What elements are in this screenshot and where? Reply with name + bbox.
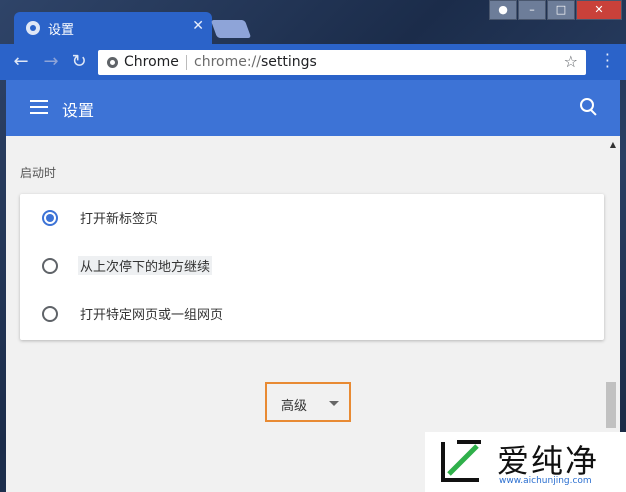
- url-scheme: chrome://: [194, 54, 261, 70]
- new-tab-button[interactable]: [210, 20, 252, 38]
- option-label: 打开特定网页或一组网页: [80, 308, 224, 323]
- browser-toolbar: ← → ↻ Chrome chrome://settings ☆ · · ·: [0, 44, 626, 80]
- address-bar[interactable]: Chrome chrome://settings ☆: [98, 50, 586, 75]
- startup-option-new-tab[interactable]: 打开新标签页: [20, 194, 604, 242]
- browser-tab[interactable]: 设置 ✕: [14, 12, 212, 44]
- radio-button[interactable]: [42, 306, 58, 322]
- close-tab-icon[interactable]: ✕: [192, 18, 204, 34]
- settings-header: 设置: [6, 80, 620, 136]
- hamburger-menu-icon[interactable]: [30, 100, 48, 114]
- bookmark-star-icon[interactable]: ☆: [564, 52, 578, 71]
- advanced-label: 高级: [281, 399, 308, 414]
- radio-button[interactable]: [42, 258, 58, 274]
- watermark: 爱纯净 www.aichunjing.com: [425, 432, 626, 492]
- more-menu-icon[interactable]: · · ·: [605, 47, 610, 75]
- window-controls: ● – □ ✕: [488, 0, 622, 20]
- maximize-button[interactable]: □: [547, 0, 575, 20]
- startup-option-specific-pages[interactable]: 打开特定网页或一组网页: [20, 290, 604, 338]
- back-icon[interactable]: ←: [10, 51, 32, 73]
- radio-button[interactable]: [42, 210, 58, 226]
- scrollbar-thumb[interactable]: [606, 382, 616, 428]
- chrome-icon: [107, 57, 118, 68]
- url-path: settings: [261, 54, 317, 70]
- caret-down-icon: [329, 401, 339, 406]
- startup-options-card: 打开新标签页 从上次停下的地方继续 打开特定网页或一组网页: [20, 194, 604, 340]
- startup-option-continue[interactable]: 从上次停下的地方继续: [20, 242, 604, 290]
- advanced-button[interactable]: 高级: [265, 382, 351, 422]
- watermark-logo-icon: [441, 440, 481, 482]
- url-text: chrome://settings: [194, 54, 317, 70]
- close-window-button[interactable]: ✕: [576, 0, 622, 20]
- watermark-url: www.aichunjing.com: [499, 476, 592, 486]
- forward-icon[interactable]: →: [40, 51, 62, 73]
- search-icon[interactable]: [580, 98, 598, 116]
- reload-icon[interactable]: ↻: [68, 51, 90, 73]
- startup-section-label: 启动时: [20, 166, 57, 180]
- title-bar: 设置 ✕ ● – □ ✕: [0, 0, 626, 44]
- minimize-button[interactable]: –: [518, 0, 546, 20]
- tab-title: 设置: [48, 23, 75, 38]
- option-label: 从上次停下的地方继续: [78, 256, 213, 275]
- gear-icon: [26, 21, 40, 35]
- omnibox-chip: Chrome: [124, 54, 179, 70]
- user-icon[interactable]: ●: [489, 0, 517, 20]
- scroll-up-icon[interactable]: ▲: [610, 140, 616, 149]
- omnibox-divider: [186, 55, 187, 70]
- page-title: 设置: [62, 101, 95, 120]
- option-label: 打开新标签页: [80, 212, 159, 227]
